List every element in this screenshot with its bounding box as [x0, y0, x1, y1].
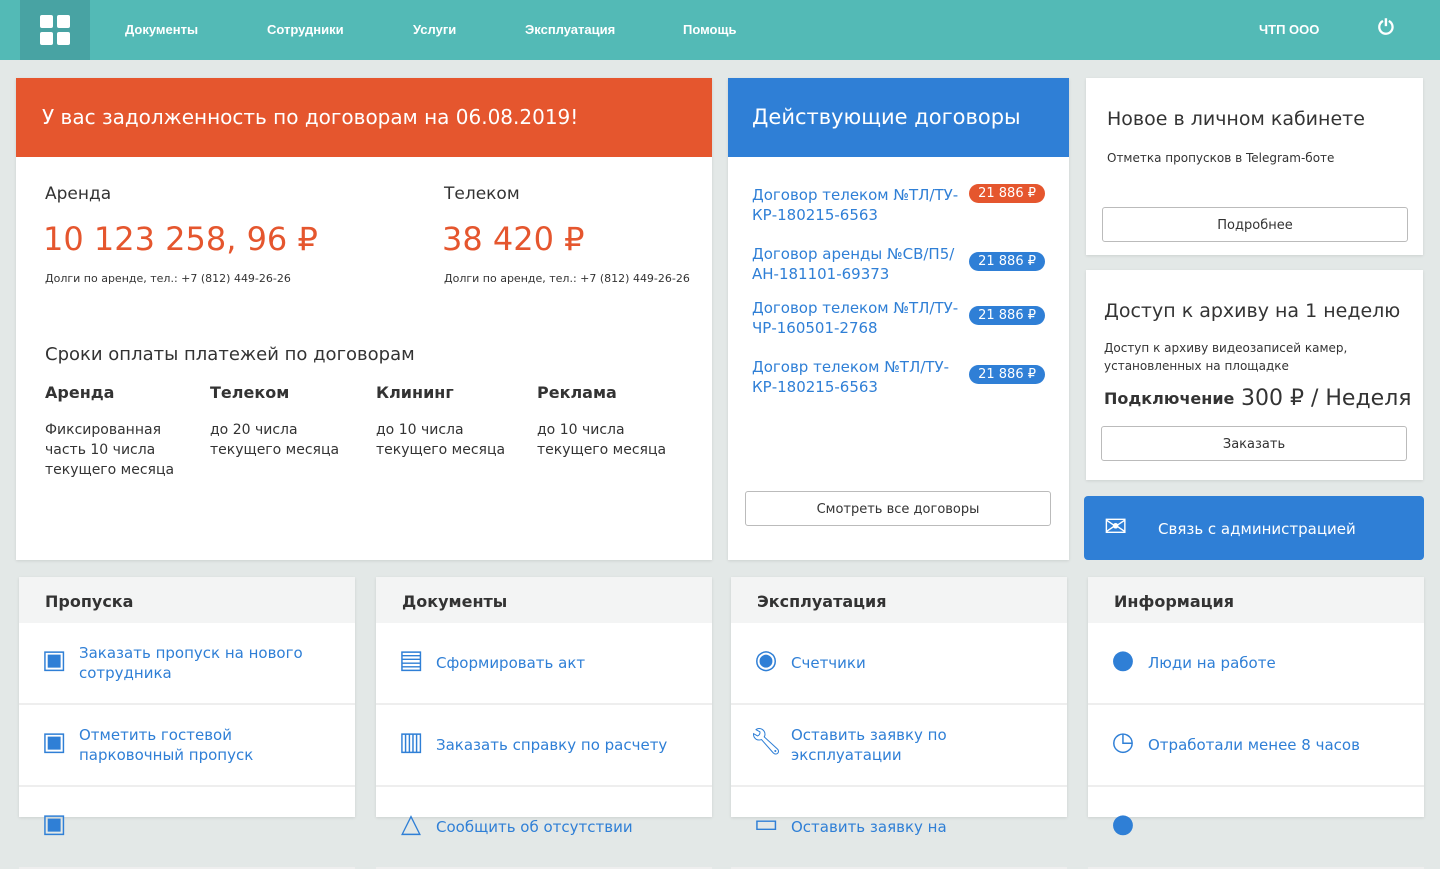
contract-link[interactable]: Договор телеком №ТЛ/ТУ-КР-180215-6563	[752, 185, 962, 225]
item-label: Сообщить об отсутствии	[436, 818, 633, 836]
term-label: Аренда	[45, 383, 115, 402]
list-item[interactable]: ▥ Заказать справку по расчету	[376, 705, 712, 787]
order-button[interactable]: Заказать	[1101, 426, 1407, 461]
list-item[interactable]: ◉ Счетчики	[731, 623, 1067, 705]
debt-card: У вас задолженность по договорам на 06.0…	[16, 78, 712, 560]
contract-amount-badge: 21 886 ₽	[969, 184, 1045, 203]
debt-title: У вас задолженность по договорам на 06.0…	[16, 78, 712, 157]
contracts-card: Действующие договоры Договор телеком №ТЛ…	[728, 78, 1069, 560]
contract-link[interactable]: Договор аренды №СВ/П5/АН-181101-69373	[752, 244, 962, 284]
price-label: Подключение	[1104, 389, 1235, 408]
debt-note: Долги по аренде, тел.: +7 (812) 449-26-2…	[45, 272, 291, 285]
badge-user-icon: ▣	[41, 727, 67, 757]
news-text: Отметка пропусков в Telegram-боте	[1107, 151, 1335, 165]
debt-label: Телеком	[444, 184, 520, 204]
price: 300 ₽ / Неделя	[1241, 386, 1412, 411]
debt-amount: 10 123 258, 96 ₽	[43, 220, 318, 258]
list-item[interactable]: ▣	[19, 787, 355, 869]
list-item[interactable]: △ Сообщить об отсутствии	[376, 787, 712, 869]
item-label: Заказать пропуск на нового сотрудника	[79, 644, 303, 682]
news-card: Новое в личном кабинете Отметка пропуско…	[1086, 78, 1423, 255]
item-label: Отработали менее 8 часов	[1148, 736, 1360, 754]
term-label: Клининг	[376, 383, 454, 402]
company-name[interactable]: ЧТП ООО	[1259, 22, 1319, 37]
meter-icon: ◉	[754, 645, 778, 675]
list-item[interactable]: ● Люди на работе	[1088, 623, 1424, 705]
list-item[interactable]: ◷ Отработали менее 8 часов	[1088, 705, 1424, 787]
more-button[interactable]: Подробнее	[1102, 207, 1408, 242]
debt-note: Долги по аренде, тел.: +7 (812) 449-26-2…	[444, 272, 690, 285]
contact-label: Связь с администрацией	[1158, 520, 1356, 538]
item-label: Оставить заявку по эксплуатации	[791, 726, 947, 764]
person-icon: ●	[1111, 809, 1135, 839]
section-title: Эксплуатация	[731, 577, 1067, 623]
document-icon: ▤	[398, 645, 424, 675]
monitor-icon: ▭	[753, 809, 779, 839]
contract-link[interactable]: Договор телеком №ТЛ/ТУ-ЧР-160501-2768	[752, 298, 962, 338]
debt-label: Аренда	[45, 184, 112, 204]
badge-icon: ▣	[41, 645, 67, 675]
clipboard-icon: ▥	[398, 727, 424, 757]
section-documents: Документы ▤ Сформировать акт ▥ Заказать сп…	[376, 577, 712, 869]
list-item[interactable]: ▣ Заказать пропуск на нового сотрудника	[19, 623, 355, 705]
item-label: Заказать справку по расчету	[436, 736, 668, 754]
section-title: Информация	[1088, 577, 1424, 623]
nav-help[interactable]: Помощь	[683, 22, 736, 37]
archive-card: Доступ к архиву на 1 неделю Доступ к арх…	[1086, 270, 1423, 480]
contract-amount-badge: 21 886 ₽	[969, 365, 1045, 384]
list-item[interactable]: 🔧︎ Оставить заявку по эксплуатации	[731, 705, 1067, 787]
nav-employees[interactable]: Сотрудники	[267, 22, 344, 37]
wrench-icon: 🔧︎	[749, 727, 783, 757]
item-label: Люди на работе	[1148, 654, 1276, 672]
section-operation: Эксплуатация ◉ Счетчики 🔧︎ Оставить заявку…	[731, 577, 1067, 869]
contact-admin-button[interactable]: ✉ Связь с администрацией	[1084, 496, 1424, 560]
item-label: Оставить заявку на	[791, 818, 947, 836]
warning-icon: △	[401, 809, 421, 839]
contracts-title: Действующие договоры	[728, 78, 1069, 157]
debt-amount: 38 420 ₽	[442, 220, 585, 258]
logo[interactable]	[20, 0, 90, 60]
nav-operation[interactable]: Эксплуатация	[525, 22, 615, 37]
list-item[interactable]: ▭ Оставить заявку на	[731, 787, 1067, 869]
contract-amount-badge: 21 886 ₽	[969, 306, 1045, 325]
term-text: до 10 числа текущего месяца	[376, 422, 506, 458]
term-text: до 20 числа текущего месяца	[210, 422, 340, 458]
term-label: Реклама	[537, 383, 617, 402]
nav-documents[interactable]: Документы	[125, 22, 198, 37]
item-label: Сформировать акт	[436, 654, 586, 672]
power-icon[interactable]: ⏻	[1378, 17, 1394, 40]
section-passes: Пропуска ▣ Заказать пропуск на нового сот…	[19, 577, 355, 869]
archive-text: Доступ к архиву видеозаписей камер, уста…	[1104, 341, 1348, 373]
badge-icon: ▣	[41, 809, 67, 839]
terms-title: Сроки оплаты платежей по договорам	[45, 344, 415, 365]
contract-link[interactable]: Договр телеком №ТЛ/ТУ-КР-180215-6563	[752, 357, 962, 397]
section-title: Пропуска	[19, 577, 355, 623]
item-label: Счетчики	[791, 654, 866, 672]
section-info: Информация ● Люди на работе ◷ Отработали м…	[1088, 577, 1424, 869]
list-item[interactable]: ▤ Сформировать акт	[376, 623, 712, 705]
term-text: Фиксированная часть 10 числа текущего ме…	[45, 422, 175, 478]
list-item[interactable]: ▣ Отметить гостевой парковочный пропуск	[19, 705, 355, 787]
envelope-icon: ✉	[1104, 510, 1128, 543]
person-icon: ●	[1111, 645, 1135, 675]
clock-icon: ◷	[1111, 727, 1135, 757]
contract-amount-badge: 21 886 ₽	[969, 252, 1045, 271]
item-label: Отметить гостевой парковочный пропуск	[79, 726, 254, 764]
term-label: Телеком	[210, 383, 290, 402]
term-text: до 10 числа текущего месяца	[537, 422, 667, 458]
list-item[interactable]: ●	[1088, 787, 1424, 869]
section-title: Документы	[376, 577, 712, 623]
news-title: Новое в личном кабинете	[1107, 108, 1365, 130]
top-nav: Документы Сотрудники Услуги Эксплуатация…	[0, 0, 1440, 60]
all-contracts-button[interactable]: Смотреть все договоры	[745, 491, 1051, 526]
archive-title: Доступ к архиву на 1 неделю	[1104, 300, 1401, 322]
nav-services[interactable]: Услуги	[413, 22, 456, 37]
